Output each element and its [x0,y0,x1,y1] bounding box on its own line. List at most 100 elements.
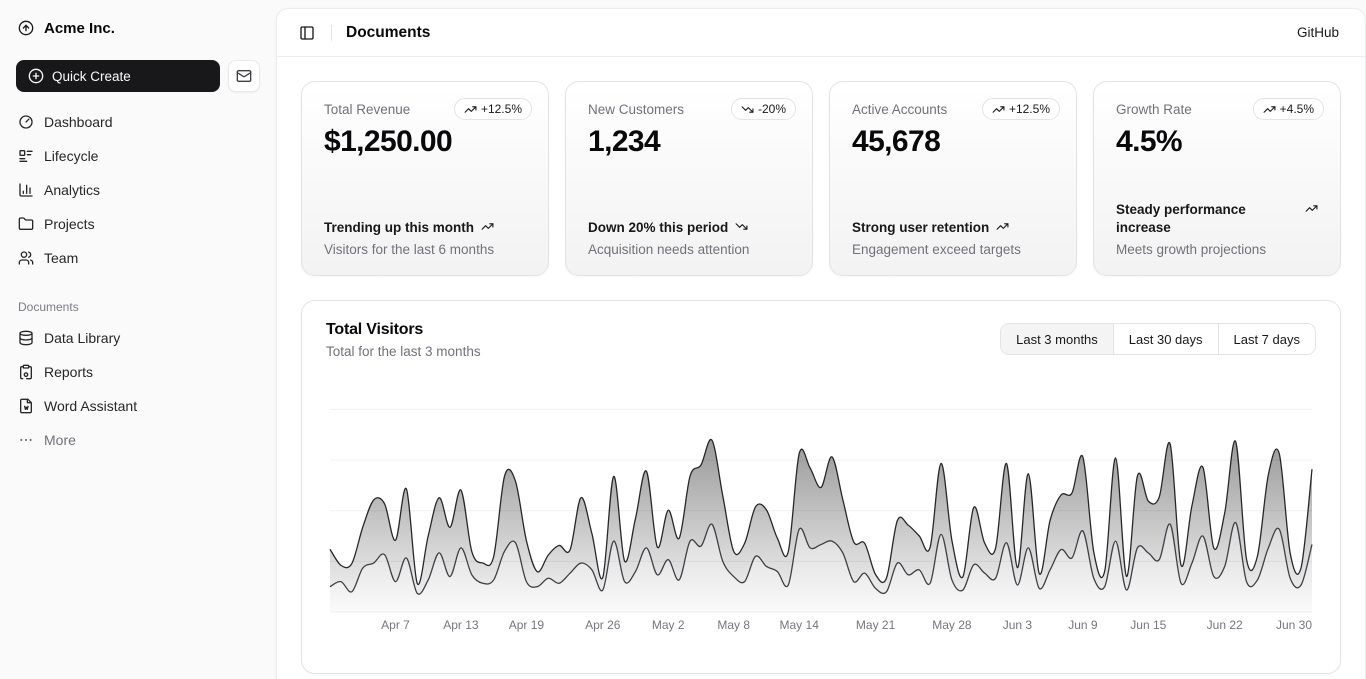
card-footer: Trending up this month Visitors for the … [324,219,526,257]
svg-text:May 2: May 2 [652,618,685,632]
github-link[interactable]: GitHub [1287,19,1349,46]
sidebar-item-projects[interactable]: Projects [8,208,268,240]
svg-text:May 28: May 28 [932,618,972,632]
svg-text:May 8: May 8 [717,618,750,632]
trending-up-icon [464,105,477,113]
circle-plus-icon [28,68,44,84]
svg-text:Jun 3: Jun 3 [1003,618,1033,632]
sidebar-item-reports[interactable]: Reports [8,356,268,388]
range-last-30-days[interactable]: Last 30 days [1112,324,1218,354]
trending-up-icon [992,105,1005,113]
card-value: 45,678 [852,125,941,158]
card-footer: Down 20% this period Acquisition needs a… [588,219,790,257]
card-growth-rate: Growth Rate +4.5% 4.5% Steady performanc… [1093,81,1341,276]
footer-title: Down 20% this period [588,219,729,235]
trend-badge: +4.5% [1252,98,1324,120]
card-value: 1,234 [588,125,661,158]
svg-text:May 14: May 14 [780,618,820,632]
ellipsis-icon [20,438,32,442]
sidebar-item-label: Lifecycle [44,148,99,164]
sidebar-item-analytics[interactable]: Analytics [8,174,268,206]
chart-bar-icon [19,183,33,197]
footer-subtitle: Meets growth projections [1116,242,1267,257]
visitors-chart-card: Total Visitors Total for the last 3 mont… [301,300,1341,674]
sidebar-item-label: Word Assistant [44,398,138,414]
trending-up-icon [1305,204,1318,212]
time-range-toggle-group: Last 3 months Last 30 days Last 7 days [1000,323,1316,355]
badge-value: +12.5% [480,102,522,116]
sidebar-item-label: Projects [44,216,95,232]
footer-subtitle: Visitors for the last 6 months [324,242,495,257]
badge-value: +4.5% [1279,102,1314,116]
quick-create-button[interactable]: Quick Create [16,60,220,92]
page-title: Documents [346,23,431,41]
card-footer: Steady performance increase Meets growth… [1116,201,1318,257]
sidebar-item-label: Analytics [44,182,101,198]
card-active-accounts: Active Accounts +12.5% 45,678 Strong use… [829,81,1077,276]
logo-icon [18,20,34,36]
trending-down-icon [735,223,748,230]
stat-cards: Total Revenue +12.5% $1,250.00 Trending … [301,81,1341,276]
file-word-icon [20,398,32,414]
card-new-customers: New Customers -20% 1,234 Down 20% this p… [565,81,813,276]
footer-subtitle: Acquisition needs attention [588,242,750,257]
footer-title: Trending up this month [324,219,474,235]
range-last-3-months[interactable]: Last 3 months [1001,324,1113,354]
quick-create-label: Quick Create [52,68,131,84]
topbar: Documents GitHub [277,9,1365,57]
svg-text:Apr 19: Apr 19 [509,618,545,632]
trending-down-icon [741,105,754,113]
visitors-area-chart: Apr 7 Apr 13 Apr 19 Apr 26 May 2 May 8 May 14 M… [329,408,1313,632]
sidebar-item-label: More [44,432,76,448]
sidebar-item-label: Dashboard [44,114,113,130]
database-icon [19,330,33,346]
sidebar-item-team[interactable]: Team [8,242,268,274]
panel-left-icon [300,25,314,40]
badge-value: -20% [757,102,786,116]
card-value: $1,250.00 [324,125,453,158]
org-name: Acme Inc. [44,19,115,37]
trend-badge: +12.5% [981,98,1060,120]
trending-up-icon [996,223,1009,230]
trending-up-icon [1263,105,1276,113]
sidebar-toggle-button[interactable] [293,19,321,47]
card-value: 4.5% [1116,125,1183,158]
trending-up-icon [481,223,494,230]
sidebar: Acme Inc. Quick Create Dashboard Lifecyc… [0,0,276,679]
content: Total Revenue +12.5% $1,250.00 Trending … [277,57,1365,679]
footer-title: Steady performance increase [1116,201,1246,235]
folder-icon [18,217,34,230]
sidebar-documents-group: Data Library Reports Word Assistant More [8,322,268,456]
svg-text:Apr 7: Apr 7 [381,618,410,632]
sidebar-item-more[interactable]: More [8,424,268,456]
svg-text:Apr 13: Apr 13 [443,618,479,632]
svg-text:Jun 30: Jun 30 [1276,618,1312,632]
sidebar-nav: Dashboard Lifecycle Analytics Projects T… [8,106,268,274]
footer-title: Strong user retention [852,219,990,235]
trend-badge: +12.5% [453,98,532,120]
range-last-7-days[interactable]: Last 7 days [1217,324,1315,354]
card-footer: Strong user retention Engagement exceed … [852,219,1054,257]
sidebar-item-label: Team [44,250,79,266]
card-total-revenue: Total Revenue +12.5% $1,250.00 Trending … [301,81,549,276]
svg-text:Jun 22: Jun 22 [1207,618,1243,632]
sidebar-item-lifecycle[interactable]: Lifecycle [8,140,268,172]
footer-subtitle: Engagement exceed targets [852,242,1021,257]
chart-area: Apr 7 Apr 13 Apr 19 Apr 26 May 2 May 8 May 14 M… [302,401,1340,648]
topbar-divider [331,24,332,41]
users-icon [18,251,34,265]
inbox-button[interactable] [228,60,260,92]
sidebar-item-data-library[interactable]: Data Library [8,322,268,354]
sidebar-item-label: Reports [44,364,94,380]
list-details-icon [19,150,33,162]
svg-text:Apr 26: Apr 26 [585,618,621,632]
dashboard-icon [19,115,33,129]
sidebar-item-dashboard[interactable]: Dashboard [8,106,268,138]
svg-text:May 21: May 21 [856,618,896,632]
sidebar-item-label: Data Library [44,330,121,346]
svg-text:Jun 9: Jun 9 [1068,618,1098,632]
sidebar-item-word-assistant[interactable]: Word Assistant [8,390,268,422]
org-switcher[interactable]: Acme Inc. [8,8,268,48]
main-panel: Documents GitHub Total Revenue +12.5% $1… [276,8,1366,679]
badge-value: +12.5% [1008,102,1050,116]
